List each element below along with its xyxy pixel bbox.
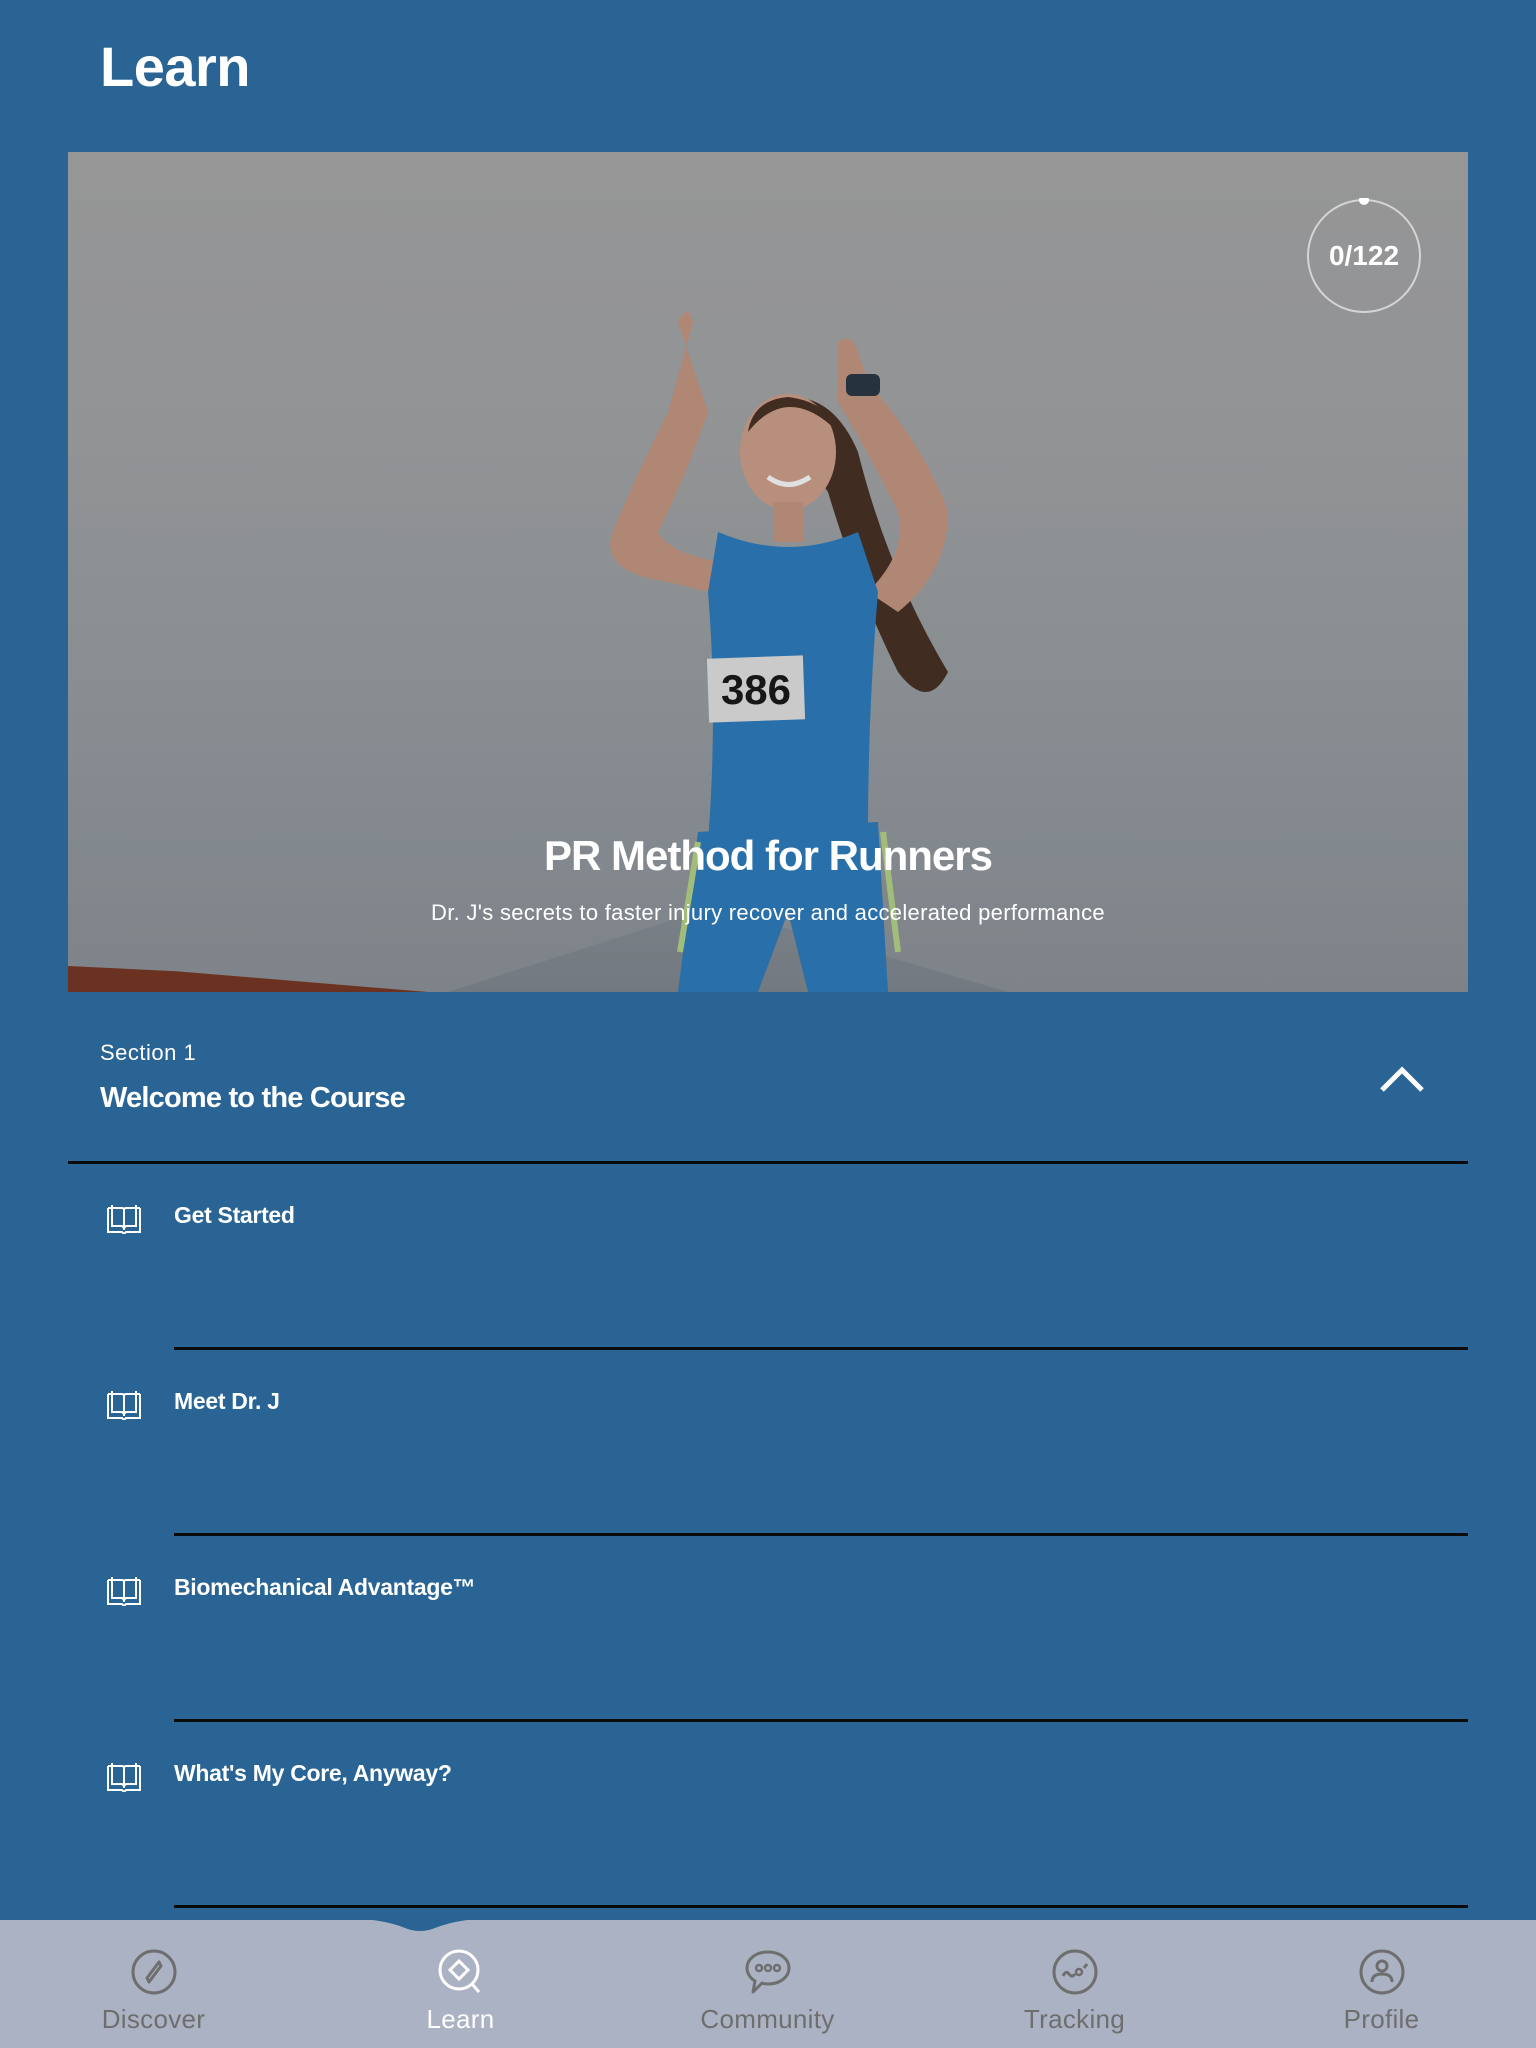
tab-label: Community <box>700 2004 835 2034</box>
lesson-item[interactable]: What's My Core, Anyway? <box>68 1722 1468 1908</box>
course-subtitle: Dr. J's secrets to faster injury recover… <box>431 900 1105 925</box>
tab-discover[interactable]: Discover <box>0 1920 307 2048</box>
book-icon <box>107 1577 141 1606</box>
lesson-title: Get Started <box>174 1202 295 1228</box>
section-header[interactable]: Section 1 Welcome to the Course <box>68 1010 1468 1164</box>
course-hero-card[interactable]: 386 0/122 PR Method for Runners Dr. J's … <box>68 152 1468 992</box>
tab-label: Learn <box>426 2004 495 2034</box>
compass-icon <box>131 1949 176 1995</box>
book-icon <box>107 1763 141 1792</box>
lesson-divider <box>174 1905 1468 1908</box>
tab-community[interactable]: Community <box>614 1920 921 2048</box>
lesson-list: Get Started Meet Dr. J Biomechanical Adv… <box>68 1164 1468 1908</box>
user-icon <box>1359 1949 1404 1995</box>
lesson-item[interactable]: Meet Dr. J <box>68 1350 1468 1536</box>
section-title: Welcome to the Course <box>100 1082 406 1114</box>
page-title: Learn <box>100 35 251 98</box>
course-title: PR Method for Runners <box>544 832 993 879</box>
progress-count: 0/122 <box>1328 240 1400 271</box>
tab-label: Profile <box>1343 2004 1420 2034</box>
collapse-section-button[interactable] <box>1372 1054 1432 1104</box>
lesson-item[interactable]: Biomechanical Advantage™ <box>68 1536 1468 1722</box>
course-progress-ring: 0/122 <box>1306 198 1422 314</box>
chevron-up-icon <box>1380 1066 1424 1092</box>
tab-label: Tracking <box>1023 2004 1126 2034</box>
book-icon <box>107 1205 141 1234</box>
tab-label: Discover <box>101 2004 206 2034</box>
learn-search-icon <box>438 1949 480 1993</box>
tab-tracking[interactable]: Tracking <box>921 1920 1228 2048</box>
lesson-title: What's My Core, Anyway? <box>174 1760 452 1786</box>
lesson-item[interactable]: Get Started <box>68 1164 1468 1350</box>
lesson-title: Biomechanical Advantage™ <box>174 1574 476 1600</box>
section-label: Section 1 <box>100 1040 197 1065</box>
tab-profile[interactable]: Profile <box>1228 1920 1535 2048</box>
tracking-chart-icon <box>1052 1949 1097 1995</box>
lesson-title: Meet Dr. J <box>174 1388 280 1414</box>
bottom-tab-bar: Discover Learn Community Tracking Profil… <box>0 1918 1536 2048</box>
book-icon <box>107 1391 141 1420</box>
tab-learn[interactable]: Learn <box>307 1920 614 2048</box>
chat-bubble-icon <box>745 1950 790 1994</box>
